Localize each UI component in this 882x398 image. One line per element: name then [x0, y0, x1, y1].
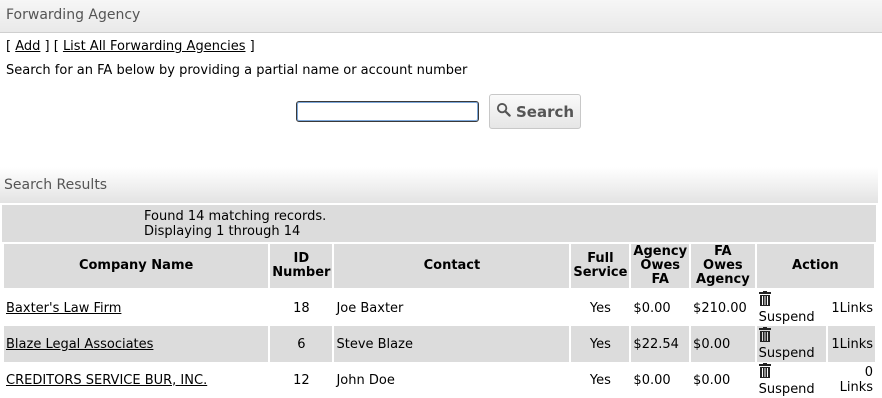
agency-owes-cell: $0.00	[629, 362, 691, 398]
action-links: [ Add ] [ List All Forwarding Agencies ]	[6, 39, 255, 54]
contact-cell: John Doe	[332, 362, 571, 398]
trash-icon	[758, 363, 771, 382]
table-row: Blaze Legal Associates 6 Steve Blaze Yes…	[1, 326, 875, 362]
table-header-row: Company Name ID Number Contact Full Serv…	[1, 242, 877, 290]
results-table: Company Name ID Number Contact Full Serv…	[1, 242, 877, 398]
found-count: Found 14 matching records.	[144, 209, 327, 224]
agency-owes-cell: $0.00	[629, 289, 691, 326]
suspend-label: Suspend	[758, 346, 815, 361]
suspend-action[interactable]: Suspend	[754, 362, 828, 398]
full-service-cell: Yes	[569, 326, 631, 362]
id-cell: 12	[268, 362, 334, 398]
fa-owes-cell: $210.00	[689, 289, 756, 326]
full-service-cell: Yes	[569, 289, 631, 326]
results-title: Search Results	[4, 177, 108, 193]
trash-icon	[758, 327, 771, 346]
fa-owes-cell: $0.00	[689, 362, 756, 398]
page-header: Forwarding Agency	[0, 0, 882, 33]
results-summary: Found 14 matching records. Displaying 1 …	[2, 205, 876, 242]
column-header-company-name[interactable]: Company Name	[1, 242, 271, 290]
links-count[interactable]: 0 Links	[826, 362, 875, 398]
contact-cell: Steve Blaze	[332, 326, 571, 362]
search-input[interactable]	[296, 101, 479, 122]
results-header: Search Results	[0, 167, 878, 203]
column-header-contact[interactable]: Contact	[332, 242, 572, 290]
table-row: Baxter's Law Firm 18 Joe Baxter Yes $0.0…	[1, 289, 875, 326]
links-count[interactable]: 1Links	[826, 326, 875, 362]
contact-cell: Joe Baxter	[332, 289, 571, 326]
display-range: Displaying 1 through 14	[144, 224, 301, 239]
search-button[interactable]: Search	[489, 94, 581, 129]
id-cell: 18	[268, 289, 334, 326]
agency-owes-cell: $22.54	[629, 326, 691, 362]
search-icon	[496, 102, 511, 121]
column-header-full-service[interactable]: Full Service	[569, 242, 632, 290]
company-link[interactable]: Baxter's Law Firm	[6, 301, 121, 316]
trash-icon	[758, 291, 771, 310]
list-all-link[interactable]: List All Forwarding Agencies	[63, 39, 246, 54]
suspend-action[interactable]: Suspend	[754, 289, 828, 326]
id-cell: 6	[268, 326, 334, 362]
table-row: CREDITORS SERVICE BUR, INC. 12 John Doe …	[1, 362, 875, 398]
fa-owes-cell: $0.00	[689, 326, 756, 362]
search-button-label: Search	[515, 102, 575, 121]
suspend-label: Suspend	[758, 382, 815, 397]
search-instruction: Search for an FA below by providing a pa…	[6, 63, 468, 78]
full-service-cell: Yes	[569, 362, 631, 398]
column-header-action: Action	[754, 242, 877, 290]
suspend-action[interactable]: Suspend	[754, 326, 828, 362]
suspend-label: Suspend	[758, 310, 815, 325]
page-title: Forwarding Agency	[6, 7, 141, 23]
column-header-fa-owes-agency[interactable]: FA Owes Agency	[689, 242, 757, 290]
links-count[interactable]: 1Links	[826, 289, 875, 326]
company-link[interactable]: CREDITORS SERVICE BUR, INC.	[6, 373, 207, 388]
column-header-agency-owes-fa[interactable]: Agency Owes FA	[629, 242, 692, 290]
company-link[interactable]: Blaze Legal Associates	[6, 337, 153, 352]
column-header-id-number[interactable]: ID Number	[268, 242, 335, 290]
add-link[interactable]: Add	[15, 39, 40, 54]
